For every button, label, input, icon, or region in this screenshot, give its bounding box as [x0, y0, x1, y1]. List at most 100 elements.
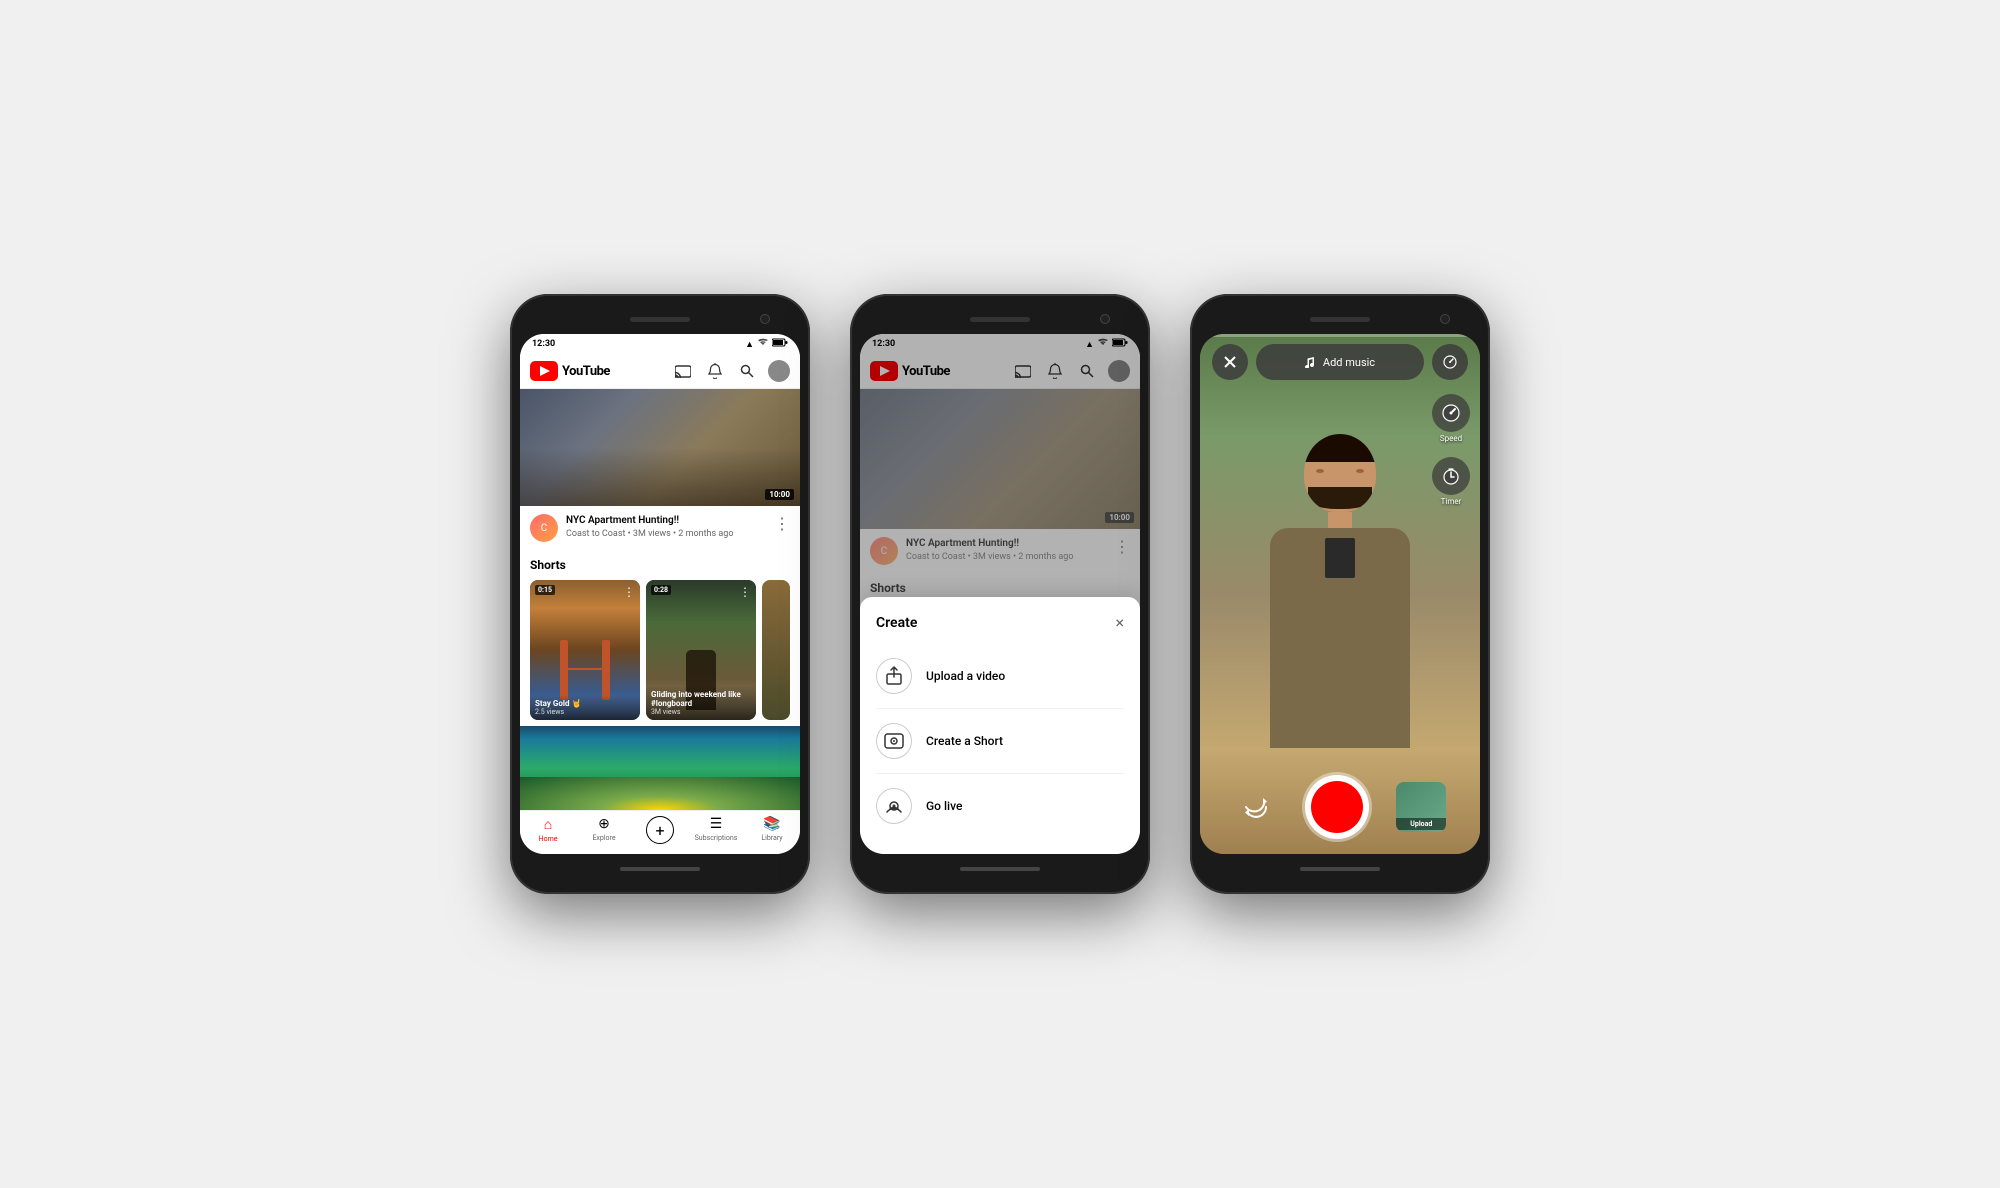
bottom-nav-1: ⌂ Home ⊕ Explore + ☰ Subscriptions 📚 [520, 810, 800, 854]
short-card-3-partial [762, 580, 790, 720]
person-shirt [1325, 538, 1355, 578]
yt-logo-icon [530, 361, 558, 381]
speed-button[interactable] [1432, 344, 1468, 380]
phone-2: 12:30 ▲ YouTube [850, 294, 1150, 894]
phone-3: Add music Speed [1190, 294, 1490, 894]
timer-icon [1432, 457, 1470, 495]
cast-button-1[interactable] [672, 360, 694, 382]
phones-container: 12:30 ▲ YouTube [510, 294, 1490, 894]
camera-top-controls: Add music [1200, 334, 1480, 390]
video-duration-1: 10:00 [765, 489, 794, 500]
phone-3-bottom [1200, 858, 1480, 880]
explore-icon: ⊕ [598, 816, 610, 832]
nav-subs-1[interactable]: ☰ Subscriptions [688, 816, 744, 846]
yt-logo-text: YouTube [562, 364, 610, 379]
signal-icon: ▲ [745, 339, 754, 350]
battery-icon [772, 338, 788, 350]
record-inner [1311, 781, 1363, 833]
person-hair [1304, 434, 1376, 462]
short-menu-2[interactable]: ⋮ [739, 585, 751, 599]
go-live-label: Go live [926, 799, 962, 813]
avatar-1[interactable] [768, 360, 790, 382]
home-icon: ⌂ [544, 816, 552, 833]
home-indicator-1 [620, 867, 700, 871]
phone-1-top [520, 308, 800, 330]
bridge-decoration [540, 630, 630, 700]
phone-2-screen: 12:30 ▲ YouTube [860, 334, 1140, 854]
short-menu-1[interactable]: ⋮ [623, 585, 635, 599]
phone-1: 12:30 ▲ YouTube [510, 294, 810, 894]
subscriptions-icon: ☰ [710, 816, 723, 832]
create-short-item[interactable]: Create a Short [876, 709, 1124, 774]
status-time-1: 12:30 [532, 339, 555, 349]
short-name-1: Stay Gold 🤘 [535, 699, 635, 708]
nav-library-1[interactable]: 📚 Library [744, 816, 800, 846]
flip-camera-button[interactable] [1234, 785, 1278, 829]
short-card-2[interactable]: 0:28 ⋮ Gliding into weekend like #longbo… [646, 580, 756, 720]
status-icons-1: ▲ [745, 338, 788, 350]
person-head [1304, 434, 1376, 512]
short-views-1: 2.5 views [535, 708, 635, 716]
phone-1-screen: 12:30 ▲ YouTube [520, 334, 800, 854]
person-beard [1308, 487, 1372, 509]
add-music-label: Add music [1323, 356, 1375, 369]
camera-progress-bar [1200, 334, 1480, 337]
shorts-title-1: Shorts [530, 558, 790, 572]
camera-right-controls: Speed Timer [1432, 394, 1470, 506]
phone-2-speaker [970, 317, 1030, 322]
short-name-2: Gliding into weekend like #longboard [651, 690, 751, 708]
nav-create-1[interactable]: + [632, 816, 688, 846]
yt-logo-1: YouTube [530, 361, 672, 381]
modal-close-button[interactable]: × [1115, 613, 1124, 632]
status-bar-1: 12:30 ▲ [520, 334, 800, 354]
speed-side-btn[interactable]: Speed [1432, 394, 1470, 443]
nav-explore-1[interactable]: ⊕ Explore [576, 816, 632, 846]
short-info-2: Gliding into weekend like #longboard 3M … [646, 686, 756, 720]
channel-avatar-1: C [530, 514, 558, 542]
short-duration-1: 0:15 [535, 585, 555, 595]
create-button-1[interactable]: + [646, 816, 674, 844]
video-thumb-1[interactable]: 10:00 [520, 389, 800, 506]
yt-header-icons-1 [672, 360, 790, 382]
upload-video-item[interactable]: Upload a video [876, 644, 1124, 709]
person-eye-left [1316, 469, 1324, 473]
yt-header-1: YouTube [520, 354, 800, 389]
person-body [1270, 528, 1410, 748]
phone-3-speaker [1310, 317, 1370, 322]
video-title-1: NYC Apartment Hunting!! [566, 514, 762, 527]
upload-icon [876, 658, 912, 694]
modal-title: Create [876, 615, 917, 631]
phone-2-top [860, 308, 1140, 330]
short-thumb-1: 0:15 ⋮ Stay Gold 🤘 2.5 views [530, 580, 640, 720]
nav-subs-label: Subscriptions [695, 834, 738, 842]
nav-home-1[interactable]: ⌂ Home [520, 816, 576, 846]
phone-2-bottom [860, 858, 1140, 880]
person-silhouette [1250, 434, 1430, 774]
landscape-thumb-1[interactable] [520, 726, 800, 810]
camera-close-button[interactable] [1212, 344, 1248, 380]
upload-label: Upload [1396, 818, 1446, 830]
go-live-item[interactable]: Go live [876, 774, 1124, 838]
nav-library-label: Library [761, 834, 782, 842]
short-card-1[interactable]: 0:15 ⋮ Stay Gold 🤘 2.5 views [530, 580, 640, 720]
go-live-icon [876, 788, 912, 824]
upload-video-label: Upload a video [926, 669, 1005, 683]
short-info-1: Stay Gold 🤘 2.5 views [530, 695, 640, 720]
record-button[interactable] [1305, 775, 1369, 839]
bell-button-1[interactable] [704, 360, 726, 382]
search-button-1[interactable] [736, 360, 758, 382]
timer-side-btn[interactable]: Timer [1432, 457, 1470, 506]
phone-speaker [630, 317, 690, 322]
camera-bottom-controls: Upload [1200, 775, 1480, 839]
add-music-button[interactable]: Add music [1256, 344, 1424, 380]
phone-camera-dot [760, 314, 770, 324]
phone-3-screen: Add music Speed [1200, 334, 1480, 854]
phone-3-top [1200, 308, 1480, 330]
home-indicator-2 [960, 867, 1040, 871]
create-short-label: Create a Short [926, 734, 1003, 748]
video-meta-1: Coast to Coast • 3M views • 2 months ago [566, 529, 762, 539]
upload-button[interactable]: Upload [1396, 782, 1446, 832]
video-menu-1[interactable]: ⋮ [770, 514, 790, 533]
short-thumb-2: 0:28 ⋮ Gliding into weekend like #longbo… [646, 580, 756, 720]
short-duration-2: 0:28 [651, 585, 671, 595]
